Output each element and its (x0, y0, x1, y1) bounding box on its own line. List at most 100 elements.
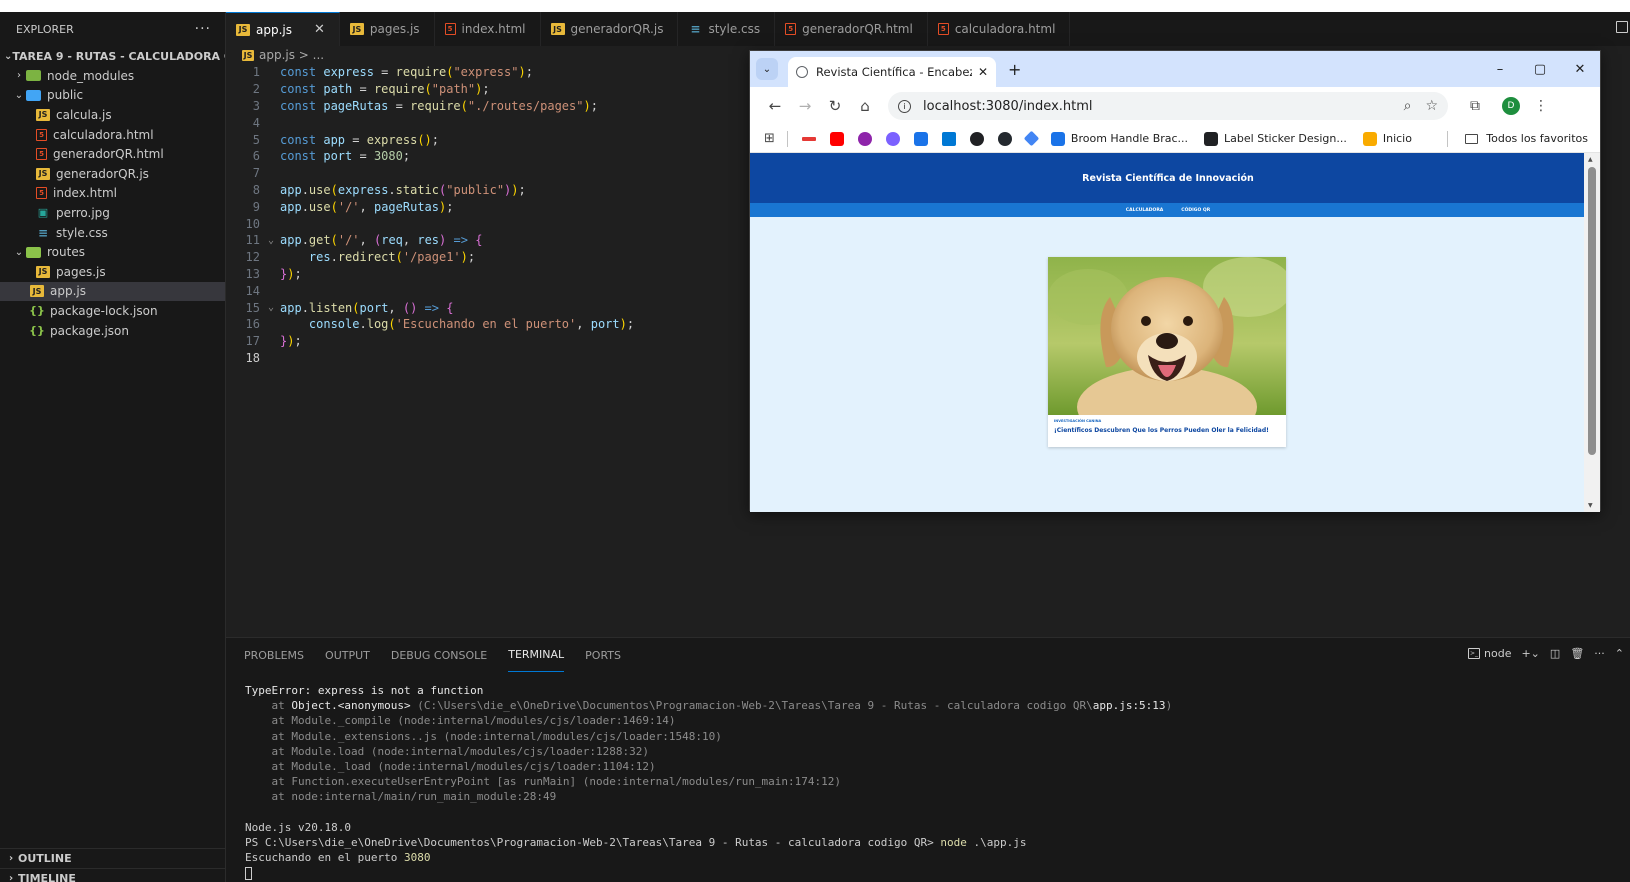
code-token: const (280, 98, 324, 113)
fold-chevron-icon[interactable]: ⌄ (264, 302, 278, 313)
tree-item[interactable]: JS pages.js (0, 262, 225, 282)
close-tab-icon[interactable]: ✕ (978, 65, 988, 79)
site-info-icon[interactable]: i (898, 99, 911, 113)
browser-menu-icon[interactable]: ⋮ (1534, 98, 1548, 114)
tree-item[interactable]: JS app.js (0, 281, 225, 302)
terminal-selector[interactable]: >_ node (1468, 647, 1511, 660)
editor-tab[interactable]: JS generadorQR.js (540, 12, 679, 46)
close-window-button[interactable]: ✕ (1560, 62, 1600, 77)
stack-file-link[interactable]: app.js:5:13 (1093, 699, 1166, 712)
editor-tab[interactable]: 5 index.html (434, 12, 541, 46)
browser-window: ⌄ Revista Científica - Encabezado ✕ + – … (749, 50, 1601, 512)
code-token: "express" (453, 65, 519, 80)
article-card[interactable]: INVESTIGACIÓN CANINA ¡Científicos Descub… (1048, 257, 1286, 447)
reload-icon[interactable]: ↻ (820, 97, 850, 115)
browser-tab[interactable]: Revista Científica - Encabezado ✕ (788, 57, 996, 87)
line-number: 17 (245, 334, 260, 349)
tree-item[interactable]: 5 generadorQR.html (0, 144, 225, 164)
tree-item[interactable]: JS generadorQR.js (0, 164, 225, 184)
bookmark-item[interactable]: Broom Handle Brac... (1050, 131, 1188, 146)
chevron-up-icon[interactable]: ⌃ (1615, 647, 1624, 660)
tree-item[interactable]: ≡ style.css (0, 223, 225, 243)
github-icon[interactable] (997, 131, 1012, 146)
editor-tab-label: generadorQR.html (802, 22, 913, 36)
tree-item[interactable]: ⌄ public (0, 86, 225, 106)
chatgpt-icon[interactable] (969, 131, 984, 146)
code-token: ) (511, 182, 519, 197)
panel-tab-problems[interactable]: PROBLEMS (244, 638, 304, 672)
zoom-icon[interactable]: ⌕ (1404, 98, 1412, 114)
address-bar[interactable]: i localhost:3080/index.html ⌕ ☆ (888, 92, 1448, 120)
editor-tab[interactable]: 5 calculadora.html (927, 12, 1071, 46)
back-arrow-icon[interactable]: ← (760, 97, 790, 115)
split-editor-icon[interactable] (1616, 21, 1628, 33)
scroll-up-icon[interactable]: ▲ (1588, 156, 1593, 163)
bookmark-red-icon[interactable] (801, 136, 816, 141)
code-editor[interactable]: 1 const express = require("express"); 2 con… (226, 64, 746, 365)
breadcrumb[interactable]: JS app.js > ... (226, 46, 324, 64)
trash-icon[interactable]: 🗑 (1570, 647, 1584, 660)
code-token: express (323, 65, 374, 80)
messenger-icon[interactable] (885, 131, 900, 146)
more-actions-icon[interactable]: ··· (1594, 647, 1605, 660)
page-scrollbar[interactable]: ▲ ▼ (1584, 153, 1600, 512)
tree-item[interactable]: 5 index.html (0, 184, 225, 204)
tab-search-icon[interactable]: ⌄ (756, 58, 778, 80)
workspace-root-folder[interactable]: ⌄ TAREA 9 - RUTAS - CALCULADORA CODIG... (0, 46, 225, 66)
code-token: ( (330, 199, 338, 214)
panel-tab-ports[interactable]: PORTS (585, 638, 621, 672)
youtube-icon[interactable] (829, 131, 844, 146)
profile-avatar[interactable]: D (1502, 97, 1520, 115)
terminal-stack-line: at Module._load (node:internal/modules/c… (245, 759, 656, 773)
bookmark-item[interactable]: Inicio (1362, 131, 1412, 146)
tree-item[interactable]: {} package-lock.json (0, 301, 225, 321)
terminal-output[interactable]: TypeError: express is not a function at … (245, 684, 1172, 881)
tree-item[interactable]: › node_modules (0, 66, 225, 86)
scrollbar-thumb[interactable] (1588, 167, 1596, 455)
minimize-button[interactable]: – (1480, 62, 1520, 77)
card-title[interactable]: ¡Científicos Descubren Que los Perros Pu… (1048, 423, 1286, 434)
code-line: 7 (226, 165, 746, 182)
home-icon[interactable]: ⌂ (850, 97, 880, 115)
bookmark-item[interactable]: Label Sticker Design... (1204, 131, 1347, 146)
tree-item[interactable]: ▣ perro.jpg (0, 203, 225, 223)
tree-item[interactable]: ⌄ routes (0, 242, 225, 262)
tree-item[interactable]: 5 calculadora.html (0, 125, 225, 145)
js-file-icon: JS (36, 167, 50, 180)
editor-tab[interactable]: ≡ style.css (678, 12, 776, 46)
editor-tab[interactable]: JS pages.js (339, 12, 435, 46)
new-terminal-icon[interactable]: +⌄ (1521, 647, 1539, 660)
all-bookmarks-folder[interactable]: Todos los favoritos (1465, 132, 1588, 145)
apps-grid-icon[interactable]: ⊞ (764, 131, 775, 146)
timeline-section[interactable]: › TIMELINE (0, 868, 226, 882)
editor-tab[interactable]: 5 generadorQR.html (775, 12, 928, 46)
tree-item[interactable]: {} package.json (0, 321, 225, 341)
code-token: ) (518, 65, 526, 80)
panel-tab-output[interactable]: OUTPUT (325, 638, 370, 672)
purple-app-icon[interactable] (857, 131, 872, 146)
bookmark-star-icon[interactable]: ☆ (1425, 98, 1438, 114)
explorer-more-icon[interactable]: ··· (195, 21, 211, 37)
bookmarks-separator (1447, 130, 1448, 147)
site-nav-link[interactable]: CÓDIGO QR (1181, 208, 1210, 213)
close-tab-icon[interactable]: ✕ (314, 22, 325, 37)
globe-icon (796, 66, 808, 78)
translate-icon[interactable] (913, 131, 928, 146)
site-nav-link[interactable]: CALCULADORA (1126, 208, 1163, 213)
maximize-button[interactable]: ▢ (1520, 62, 1560, 77)
split-terminal-icon[interactable]: ◫ (1550, 647, 1560, 660)
code-token: app (280, 182, 302, 197)
code-token: ) (460, 250, 468, 265)
outline-section[interactable]: › OUTLINE (0, 848, 226, 868)
scroll-down-icon[interactable]: ▼ (1588, 502, 1593, 509)
extensions-icon[interactable]: ⧉ (1470, 98, 1480, 114)
new-tab-button[interactable]: + (1008, 60, 1021, 79)
gemini-icon[interactable] (1023, 130, 1040, 147)
tree-item[interactable]: JS calcula.js (0, 105, 225, 125)
forward-arrow-icon[interactable]: → (790, 97, 820, 115)
panel-tab-debug-console[interactable]: DEBUG CONSOLE (391, 638, 487, 672)
editor-tab[interactable]: JS app.js ✕ (226, 12, 340, 46)
fold-chevron-icon[interactable]: ⌄ (264, 235, 278, 246)
outlook-icon[interactable] (941, 131, 956, 146)
panel-tab-terminal[interactable]: TERMINAL (508, 638, 565, 672)
